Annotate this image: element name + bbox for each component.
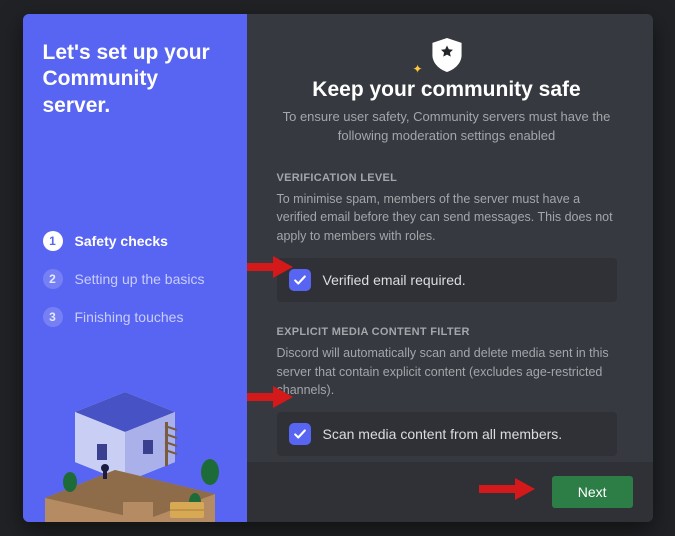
step-finishing-touches[interactable]: 3 Finishing touches <box>43 307 227 327</box>
sparkle-icon: ✦ <box>413 62 423 76</box>
community-setup-modal: Let's set up your Community server. 1 Sa… <box>23 14 653 522</box>
step-number: 3 <box>43 307 63 327</box>
verification-label: VERIFICATION LEVEL <box>277 172 617 184</box>
setup-steps: 1 Safety checks 2 Setting up the basics … <box>43 231 227 327</box>
step-safety-checks[interactable]: 1 Safety checks <box>43 231 227 251</box>
step-setting-up-basics[interactable]: 2 Setting up the basics <box>43 269 227 289</box>
checkmark-icon <box>293 273 307 287</box>
shield-icon <box>432 38 462 72</box>
verification-desc: To minimise spam, members of the server … <box>277 190 617 246</box>
scan-media-label: Scan media content from all members. <box>323 426 563 442</box>
page-title: Keep your community safe <box>277 78 617 102</box>
shield-badge: ✦ <box>277 38 617 72</box>
explicit-desc: Discord will automatically scan and dele… <box>277 344 617 400</box>
explicit-label: EXPLICIT MEDIA CONTENT FILTER <box>277 326 617 338</box>
next-button[interactable]: Next <box>552 476 633 508</box>
step-number: 2 <box>43 269 63 289</box>
modal-footer: Next <box>247 462 653 522</box>
annotation-arrow <box>477 476 537 502</box>
page-subtitle: To ensure user safety, Community servers… <box>277 108 617 146</box>
scan-media-row[interactable]: Scan media content from all members. <box>277 412 617 456</box>
step-label: Safety checks <box>75 233 168 249</box>
step-number: 1 <box>43 231 63 251</box>
step-label: Setting up the basics <box>75 271 205 287</box>
explicit-filter-section: EXPLICIT MEDIA CONTENT FILTER Discord wi… <box>277 326 617 456</box>
step-label: Finishing touches <box>75 309 184 325</box>
verified-email-row[interactable]: Verified email required. <box>277 258 617 302</box>
checkmark-icon <box>293 427 307 441</box>
verification-section: VERIFICATION LEVEL To minimise spam, mem… <box>277 172 617 302</box>
scan-media-checkbox[interactable] <box>289 423 311 445</box>
verified-email-label: Verified email required. <box>323 272 466 288</box>
setup-sidebar: Let's set up your Community server. 1 Sa… <box>23 14 247 522</box>
sidebar-title: Let's set up your Community server. <box>43 40 227 119</box>
verified-email-checkbox[interactable] <box>289 269 311 291</box>
content-scroll[interactable]: ✦ Keep your community safe To ensure use… <box>247 14 653 462</box>
village-illustration <box>23 352 247 522</box>
main-panel: ✦ Keep your community safe To ensure use… <box>247 14 653 522</box>
